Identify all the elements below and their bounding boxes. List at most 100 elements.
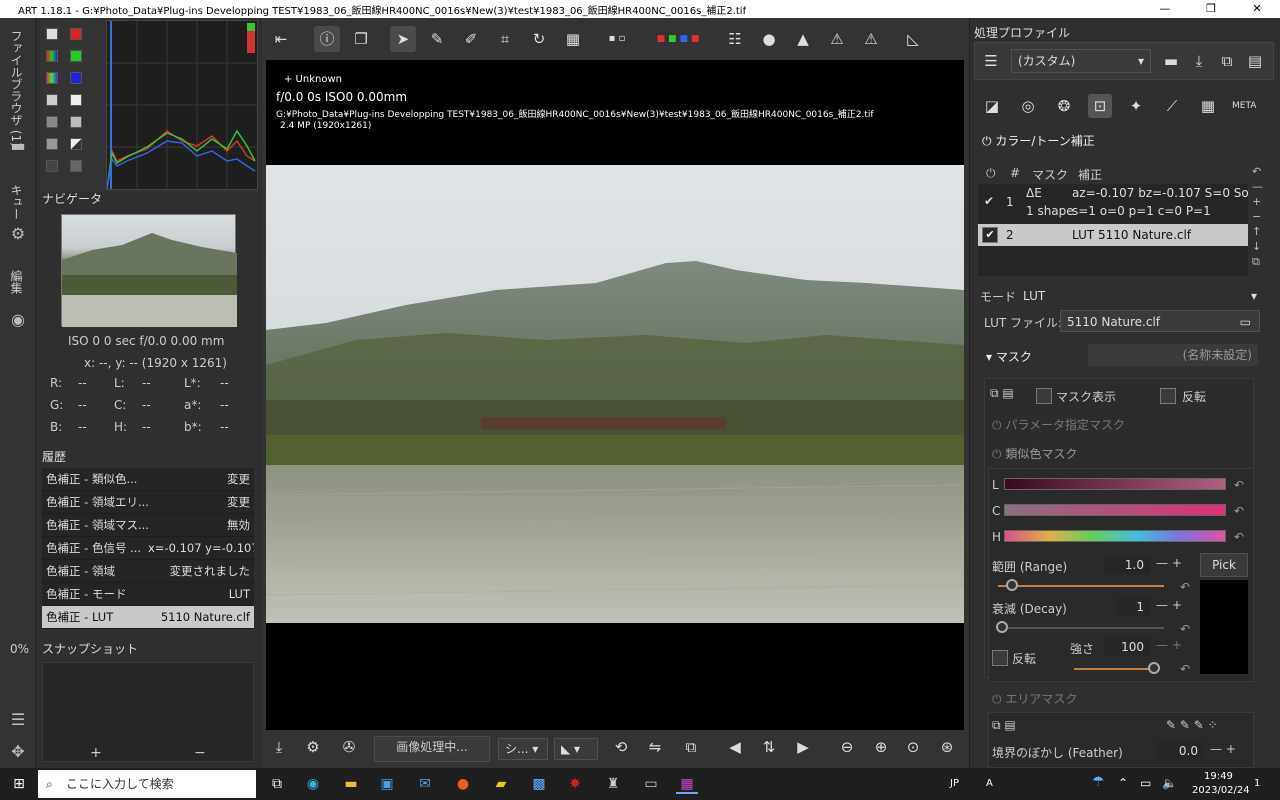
mode-select[interactable]: LUT ▾ <box>1016 284 1264 308</box>
range-stepper[interactable]: — + <box>1156 556 1182 570</box>
sticky-notes-icon[interactable]: ▰ <box>490 774 512 794</box>
decay-slider[interactable] <box>998 627 1164 629</box>
reset-icon[interactable]: ↶ <box>1180 580 1190 594</box>
tab-color-icon[interactable]: ❂ <box>1052 94 1076 118</box>
tab-detail-icon[interactable]: ◎ <box>1016 94 1040 118</box>
tab-transform-icon[interactable]: ⟋ <box>1160 94 1184 118</box>
tab-exposure-icon[interactable]: ◪ <box>980 94 1004 118</box>
profile-select[interactable]: (カスタム) ▾ <box>1011 49 1151 73</box>
history-row[interactable]: 色補正 - 類似色... 変更 <box>42 468 254 491</box>
app2-icon[interactable]: ✸ <box>564 774 586 794</box>
strength-stepper[interactable]: — + <box>1156 638 1182 652</box>
move-icon[interactable]: ✥ <box>8 742 28 762</box>
layer-row[interactable]: ✔ 2 LUT 5110 Nature.clf <box>978 224 1248 246</box>
decay-stepper[interactable]: — + <box>1156 598 1182 612</box>
param-mask-row[interactable]: ⏻ パラメータ指定マスク <box>992 416 1125 433</box>
clock-date[interactable]: 2023/02/24 <box>1192 785 1250 796</box>
crop-icon[interactable]: ⌗ <box>492 26 518 52</box>
histogram-mode-icon[interactable] <box>46 28 58 40</box>
layer-row[interactable]: ✔ 1 ΔE 1 shape az=-0.107 bz=-0.107 S=0 S… <box>978 184 1248 222</box>
minimize-button[interactable]: — <box>1142 0 1188 18</box>
tab-edit[interactable]: 編集 <box>8 270 25 294</box>
hand-tool-icon[interactable]: ➤ <box>390 26 416 52</box>
gear-icon[interactable]: ⚙ <box>8 224 28 244</box>
check-icon[interactable]: ✔ <box>984 194 994 208</box>
c-gradient-slider[interactable] <box>1004 504 1226 516</box>
start-icon[interactable]: ⊞ <box>8 774 30 794</box>
folder-icon[interactable]: ▬ <box>8 136 28 156</box>
copy-profile-icon[interactable]: ⧉ <box>1215 49 1239 73</box>
app4-icon[interactable]: ▭ <box>640 774 662 794</box>
reset-icon[interactable]: ↶ <box>1234 504 1244 518</box>
firefox-icon[interactable]: ● <box>452 774 474 794</box>
similar-mask-power-icon[interactable]: ⏻ <box>992 447 1002 461</box>
art-app-icon[interactable]: ▦ <box>676 774 698 794</box>
range-value[interactable]: 1.0 <box>1104 556 1150 574</box>
perspective-icon[interactable]: ▦ <box>560 26 586 52</box>
fit-icon[interactable]: ⧉ <box>680 738 702 756</box>
explorer-icon[interactable]: ▬ <box>340 774 362 794</box>
decay-slider-knob[interactable] <box>996 621 1008 633</box>
tab-effects-icon[interactable]: ✦ <box>1124 94 1148 118</box>
tab-file-browser[interactable]: ファイルブラウザ (1) <box>8 30 25 147</box>
zoom-fit-icon[interactable]: ⊙ <box>902 738 924 756</box>
contrast-icon[interactable] <box>70 138 82 150</box>
feather-value[interactable]: 0.0 <box>1156 742 1204 760</box>
app3-icon[interactable]: ♜ <box>602 774 624 794</box>
app-icon[interactable]: ▩ <box>528 774 550 794</box>
edge-icon[interactable]: ◉ <box>302 774 324 794</box>
bar-icon[interactable] <box>46 138 58 150</box>
range-slider[interactable] <box>998 585 1164 587</box>
chroma-toggle[interactable] <box>70 116 82 128</box>
triangle-up-icon[interactable]: ▲ <box>790 26 816 52</box>
copy-area-icon[interactable]: ⧉ ▤ <box>992 718 1016 733</box>
collapse-left-icon[interactable]: ⇤ <box>268 26 294 52</box>
strength-value[interactable]: 100 <box>1104 638 1150 656</box>
rgb-icon[interactable] <box>46 50 58 62</box>
image-viewer[interactable]: + Unknown f/0.0 0s ISO0 0.00mm G:¥Photo_… <box>266 60 964 730</box>
area-mask-row[interactable]: ⏻ エリアマスク <box>992 690 1077 707</box>
circle-icon[interactable]: ● <box>756 26 782 52</box>
lut-file-button[interactable]: 5110 Nature.clf ▭ <box>1060 310 1260 332</box>
reset-icon[interactable]: ↶ <box>1234 478 1244 492</box>
clock-time[interactable]: 19:49 <box>1204 771 1233 782</box>
color-icon[interactable] <box>46 72 58 84</box>
copy-mask-icon[interactable]: ⧉ ▤ <box>990 386 1014 401</box>
before-after-icon[interactable]: ❐ <box>348 26 374 52</box>
red-channel-toggle[interactable] <box>70 28 82 40</box>
reset-icon[interactable]: ↶ <box>1180 622 1190 636</box>
profile-select[interactable]: ◣ ▾ <box>554 738 598 760</box>
history-row[interactable]: 色補正 - 色信号 ... x=-0.107 y=-0.107 <box>42 537 254 560</box>
reset-icon[interactable]: ↶ <box>1180 662 1190 676</box>
volume-icon[interactable]: 🔈 <box>1162 776 1177 790</box>
luminance-toggle[interactable] <box>70 94 82 106</box>
show-mask-checkbox[interactable] <box>1036 388 1052 404</box>
weather-icon[interactable]: ☂ <box>1092 774 1105 790</box>
history-row[interactable]: 色補正 - 領域マス... 無効 <box>42 514 254 537</box>
mail-icon[interactable]: ✉ <box>414 774 436 794</box>
layer-tools[interactable]: ↶ — + − ↑ ↓ ⧉ <box>1252 164 1268 269</box>
reset-icon[interactable]: ↶ <box>1234 530 1244 544</box>
tray-chevron-icon[interactable]: ⌃ <box>1118 776 1128 790</box>
blue-channel-toggle[interactable] <box>70 72 82 84</box>
flip-icon[interactable]: ⇋ <box>644 738 666 756</box>
maximize-button[interactable]: ❐ <box>1188 0 1234 18</box>
close-button[interactable]: ✕ <box>1234 0 1280 18</box>
store-icon[interactable]: ▣ <box>376 774 398 794</box>
tab-meta-icon[interactable]: META <box>1232 94 1256 118</box>
decay-value[interactable]: 1 <box>1116 598 1150 616</box>
check-icon[interactable]: ✔ <box>982 227 998 243</box>
histogram-toggle-icon[interactable]: ◺ <box>900 26 926 52</box>
sliders-icon[interactable]: ☰ <box>8 710 28 730</box>
green-channel-toggle[interactable] <box>70 50 82 62</box>
invert2-checkbox[interactable] <box>992 650 1008 666</box>
aperture-icon[interactable]: ◉ <box>8 310 28 330</box>
history-row[interactable]: 色補正 - モード LUT <box>42 583 254 606</box>
lang-indicator[interactable]: JP <box>950 778 959 789</box>
sync-icon[interactable]: ⇅ <box>758 738 780 756</box>
queue-gear-icon[interactable]: ⚙ <box>302 738 324 756</box>
zoom-out-icon[interactable]: ⊖ <box>836 738 858 756</box>
l-gradient-slider[interactable] <box>1004 478 1226 490</box>
mask-section-header[interactable]: ▾ マスク <box>986 348 1032 365</box>
ime-indicator[interactable]: A <box>986 778 993 789</box>
